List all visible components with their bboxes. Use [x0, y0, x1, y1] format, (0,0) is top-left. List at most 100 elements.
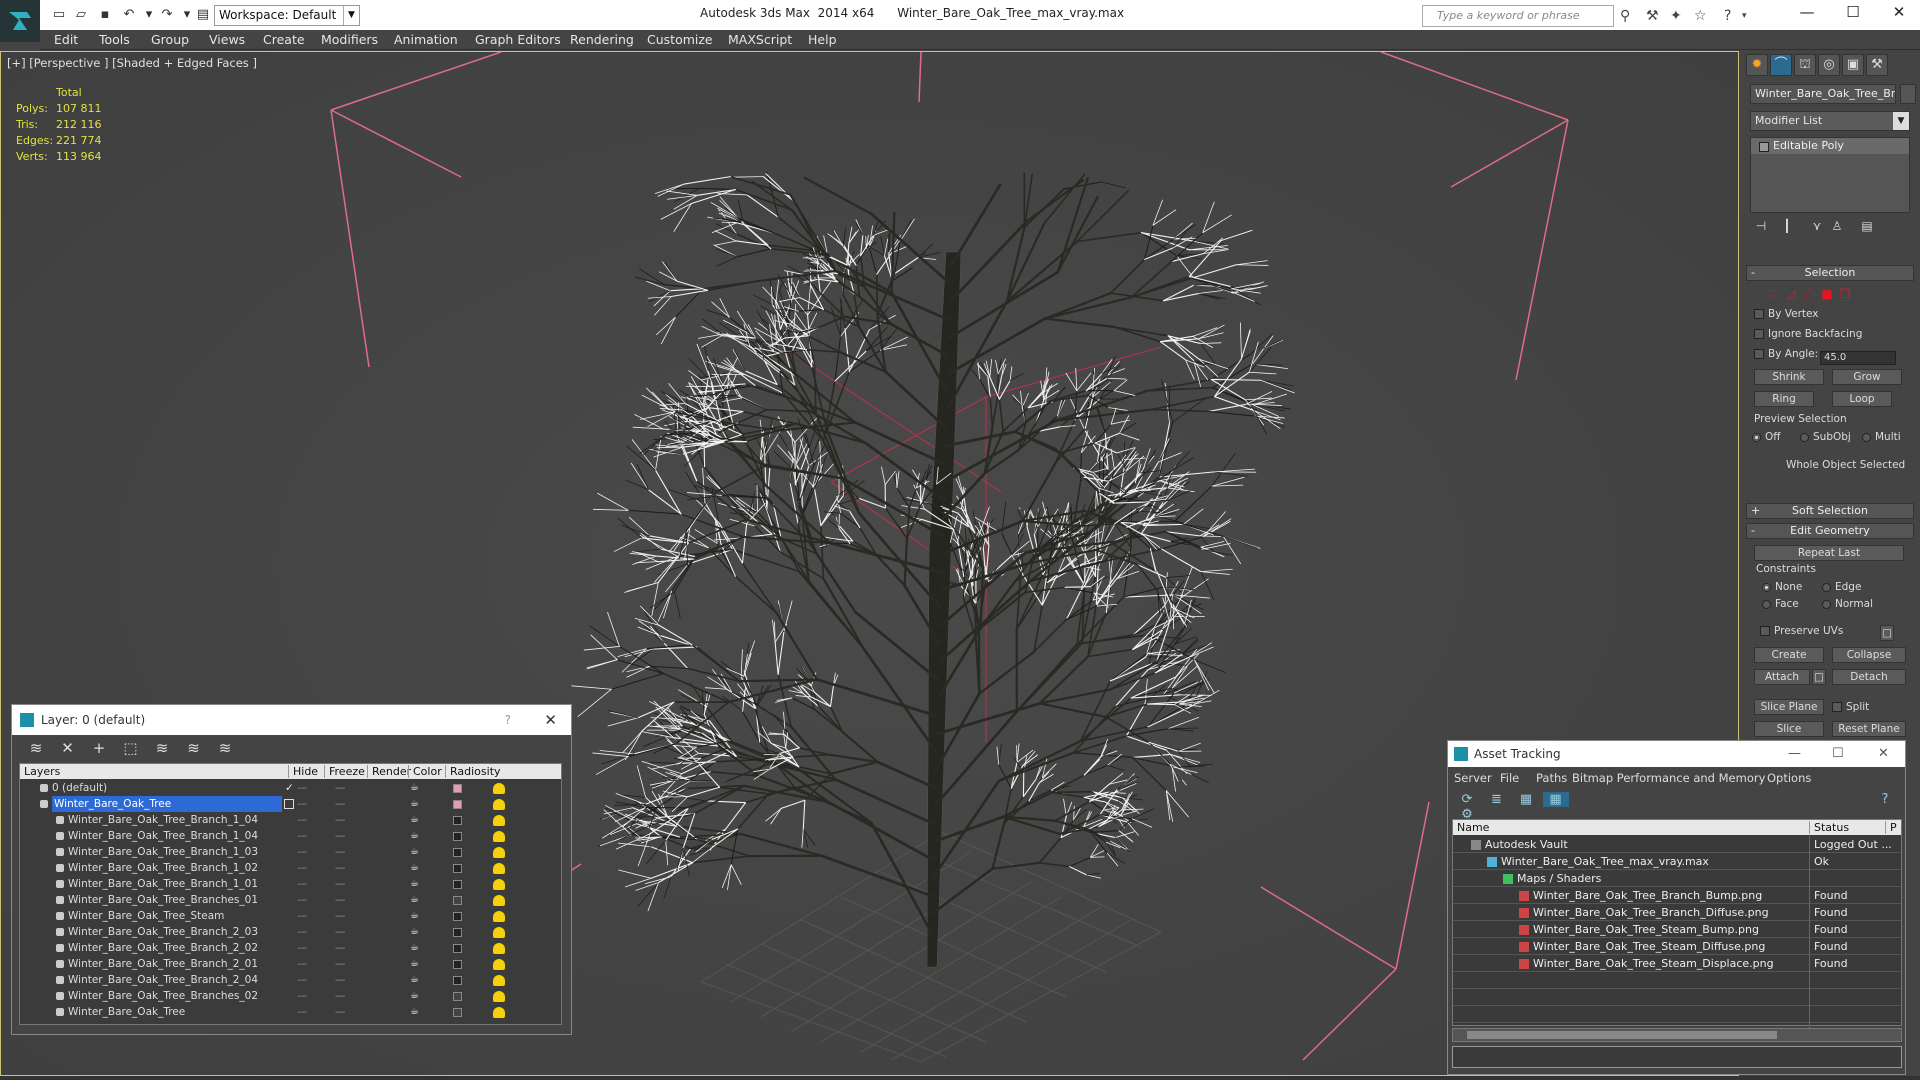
layer-object-row[interactable]: Winter_Bare_Oak_Tree — — ☕ — [20, 1004, 520, 1020]
color-swatch[interactable] — [453, 928, 462, 937]
remove-modifier-icon[interactable]: ♙ — [1826, 219, 1848, 235]
freeze-toggle[interactable]: — — [335, 972, 346, 988]
reset-plane-button[interactable]: Reset Plane — [1832, 721, 1906, 737]
radiosity-icon[interactable] — [493, 863, 505, 874]
hide-toggle[interactable]: — — [297, 844, 308, 860]
layer-name[interactable]: Winter_Bare_Oak_Tree_Branch_2_03 — [68, 924, 258, 940]
object-color-swatch[interactable] — [1900, 84, 1916, 104]
hide-toggle[interactable]: — — [297, 876, 308, 892]
freeze-toggle[interactable]: — — [335, 988, 346, 1004]
radiosity-icon[interactable] — [493, 847, 505, 858]
menu-graph-editors[interactable]: Graph Editors — [475, 32, 561, 47]
layer-name[interactable]: Winter_Bare_Oak_Tree_Branch_1_04 — [68, 828, 258, 844]
radiosity-icon[interactable] — [493, 783, 505, 794]
stack-item-editable-poly[interactable]: Editable Poly — [1751, 138, 1909, 154]
slice-plane-button[interactable]: Slice Plane — [1754, 699, 1824, 715]
render-teapot-icon[interactable]: ☕ — [410, 924, 419, 940]
color-swatch[interactable] — [453, 816, 462, 825]
menu-customize[interactable]: Customize — [647, 32, 713, 47]
color-swatch[interactable] — [453, 976, 462, 985]
render-teapot-icon[interactable]: ☕ — [410, 876, 419, 892]
by-vertex-checkbox[interactable]: By Vertex — [1754, 308, 1920, 320]
workspace-dropdown[interactable]: Workspace: Default ▼ — [214, 5, 360, 26]
render-teapot-icon[interactable]: ☕ — [410, 972, 419, 988]
ignore-backfacing-checkbox[interactable]: Ignore Backfacing — [1754, 328, 1920, 340]
freeze-toggle[interactable]: — — [335, 892, 346, 908]
render-teapot-icon[interactable]: ☕ — [410, 892, 419, 908]
search-input[interactable]: Type a keyword or phrase — [1422, 5, 1614, 27]
horizontal-scrollbar[interactable] — [1452, 1028, 1902, 1042]
column-layers[interactable]: Layers — [20, 765, 60, 778]
color-swatch[interactable] — [453, 944, 462, 953]
modify-tab-icon[interactable]: ⌒ — [1770, 54, 1792, 76]
show-end-result-icon[interactable]: ┃ — [1776, 219, 1798, 235]
freeze-all-icon[interactable]: ≋ — [211, 739, 239, 757]
color-swatch[interactable] — [453, 864, 462, 873]
constraint-edge-radio[interactable]: Edge — [1822, 581, 1882, 593]
layer-object-row[interactable]: Winter_Bare_Oak_Tree_Branch_2_02 — — ☕ — [20, 940, 520, 956]
preview-subobj-radio[interactable]: SubObj — [1800, 431, 1860, 443]
render-teapot-icon[interactable]: ☕ — [410, 988, 419, 1004]
save-icon[interactable]: ▪ — [96, 6, 114, 24]
modifier-stack[interactable]: Editable Poly — [1750, 137, 1910, 213]
layer-row-default[interactable]: 0 (default) — — ☕ ✓ — [20, 780, 520, 796]
asset-row[interactable]: Winter_Bare_Oak_Tree_max_vray.max Ok — [1453, 853, 1901, 870]
object-name-field[interactable]: Winter_Bare_Oak_Tree_Bran — [1750, 84, 1896, 104]
set-current-box[interactable] — [284, 799, 294, 809]
attach-button[interactable]: Attach — [1754, 669, 1810, 685]
detach-button[interactable]: Detach — [1832, 669, 1906, 685]
freeze-toggle[interactable]: — — [335, 876, 346, 892]
layer-name[interactable]: Winter_Bare_Oak_Tree_Branch_2_01 — [68, 956, 258, 972]
menu-animation[interactable]: Animation — [394, 32, 458, 47]
radiosity-icon[interactable] — [493, 815, 505, 826]
layer-name[interactable]: Winter_Bare_Oak_Tree_Branch_2_02 — [68, 940, 258, 956]
edit-geometry-rollout-header[interactable]: - Edit Geometry — [1746, 523, 1914, 539]
freeze-toggle[interactable]: — — [335, 812, 346, 828]
freeze-toggle[interactable]: — — [335, 940, 346, 956]
radiosity-icon[interactable] — [493, 991, 505, 1002]
asset-row[interactable]: Maps / Shaders — [1453, 870, 1901, 887]
menu-create[interactable]: Create — [263, 32, 305, 47]
menu-help[interactable]: Help — [808, 32, 837, 47]
asset-row[interactable]: Winter_Bare_Oak_Tree_Branch_Bump.png Foun… — [1453, 887, 1901, 904]
freeze-toggle[interactable]: — — [335, 860, 346, 876]
app-logo-button[interactable] — [0, 0, 40, 42]
radiosity-icon[interactable] — [493, 911, 505, 922]
communication-icon[interactable]: ✦ — [1670, 8, 1682, 24]
hide-toggle[interactable]: — — [297, 940, 308, 956]
radiosity-icon[interactable] — [493, 831, 505, 842]
layer-object-row[interactable]: Winter_Bare_Oak_Tree_Branch_1_04 — — ☕ — [20, 828, 520, 844]
hide-toggle[interactable]: — — [297, 892, 308, 908]
help-dropdown-icon[interactable]: ▾ — [1742, 11, 1747, 21]
slice-button[interactable]: Slice — [1754, 721, 1824, 737]
freeze-toggle[interactable]: — — [335, 1004, 346, 1020]
radiosity-icon[interactable] — [493, 943, 505, 954]
freeze-toggle[interactable]: — — [335, 796, 346, 812]
render-teapot-icon[interactable]: ☕ — [410, 780, 419, 796]
help-icon[interactable]: ? — [1872, 792, 1898, 807]
undo-icon[interactable]: ↶ — [120, 6, 138, 24]
undo-dropdown-icon[interactable]: ▾ — [140, 6, 158, 24]
binoculars-icon[interactable]: ⚲ — [1620, 8, 1630, 24]
project-folder-icon[interactable]: ▤ — [194, 6, 212, 24]
radiosity-icon[interactable] — [493, 927, 505, 938]
freeze-toggle[interactable]: — — [335, 908, 346, 924]
layer-object-row[interactable]: Winter_Bare_Oak_Tree_Steam — — ☕ — [20, 908, 520, 924]
render-teapot-icon[interactable]: ☕ — [410, 956, 419, 972]
constraint-none-radio[interactable]: None — [1762, 581, 1822, 593]
radiosity-icon[interactable] — [493, 799, 505, 810]
menu-bitmap-performance[interactable]: Bitmap Performance and Memory — [1572, 771, 1765, 785]
layer-name[interactable]: Winter_Bare_Oak_Tree_Branch_1_01 — [68, 876, 258, 892]
hide-toggle[interactable]: — — [297, 908, 308, 924]
menu-server[interactable]: Server — [1454, 771, 1492, 785]
hide-toggle[interactable]: — — [297, 780, 308, 796]
hide-all-icon[interactable]: ≋ — [180, 739, 208, 757]
minimize-icon[interactable]: — — [1788, 741, 1801, 767]
layer-object-row[interactable]: Winter_Bare_Oak_Tree_Branch_1_01 — — ☕ — [20, 876, 520, 892]
color-swatch[interactable] — [453, 800, 462, 809]
freeze-toggle[interactable]: — — [335, 924, 346, 940]
new-file-icon[interactable]: ▭ — [50, 6, 68, 24]
layer-object-row[interactable]: Winter_Bare_Oak_Tree_Branch_1_04 — — ☕ — [20, 812, 520, 828]
radiosity-icon[interactable] — [493, 895, 505, 906]
layer-name[interactable]: Winter_Bare_Oak_Tree_Branch_1_02 — [68, 860, 258, 876]
